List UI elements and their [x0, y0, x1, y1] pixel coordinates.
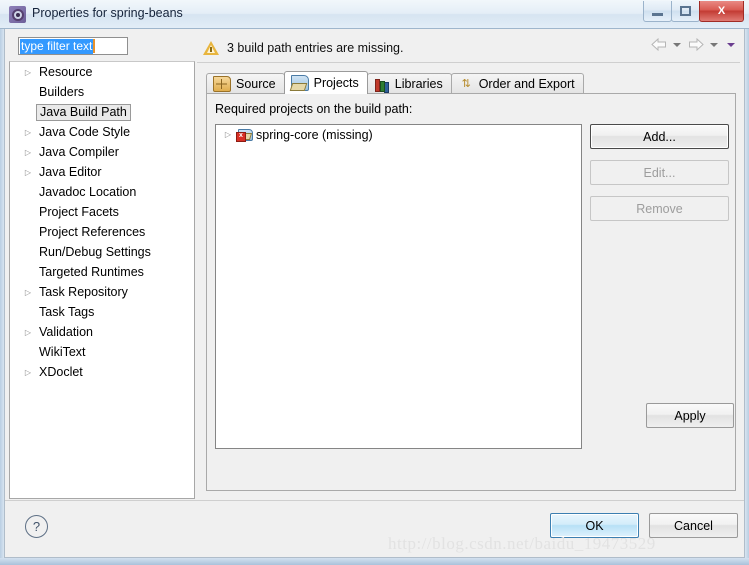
watermark-text: http://blog.csdn.net/baidu_19473529: [388, 534, 656, 553]
expand-arrow-icon[interactable]: ▷: [22, 328, 34, 337]
window-border-bottom: [0, 558, 749, 565]
back-arrow-icon[interactable]: [650, 37, 667, 52]
sidebar-item-java-editor[interactable]: ▷ Java Editor: [10, 162, 194, 182]
sidebar-item-java-compiler[interactable]: ▷ Java Compiler: [10, 142, 194, 162]
maximize-icon: [680, 6, 691, 16]
expand-arrow-icon[interactable]: ▷: [222, 130, 234, 139]
window-title: Properties for spring-beans: [32, 6, 183, 20]
sidebar-item-targeted-runtimes[interactable]: Targeted Runtimes: [10, 262, 194, 282]
sidebar-item-label: Builders: [39, 85, 85, 99]
tab-projects[interactable]: Projects: [283, 71, 368, 94]
edit-button: Edit...: [590, 160, 729, 185]
sidebar-item-java-code-style[interactable]: ▷ Java Code Style: [10, 122, 194, 142]
project-name-label: spring-core (missing): [256, 127, 373, 142]
sidebar-item-project-references[interactable]: Project References: [10, 222, 194, 242]
forward-arrow-icon[interactable]: [687, 37, 704, 52]
maximize-button[interactable]: [671, 1, 700, 22]
sidebar-item-builders[interactable]: Builders: [10, 82, 194, 102]
settings-content-pane: 3 build path entries are missing. Source…: [197, 33, 740, 499]
sidebar-item-xdoclet[interactable]: ▷ XDoclet: [10, 362, 194, 382]
warning-icon: [203, 40, 219, 55]
window-controls: X: [643, 1, 744, 23]
back-history-caret-icon[interactable]: [673, 42, 681, 47]
title-bar[interactable]: Properties for spring-beans X: [0, 0, 749, 29]
dialog-body: type filter text ▷ Resource Builders Java B…: [4, 29, 745, 558]
sidebar-item-label: Java Code Style: [39, 125, 131, 139]
sidebar-item-label: Task Repository: [39, 285, 128, 299]
error-badge-icon: x: [236, 132, 246, 142]
expand-arrow-icon[interactable]: ▷: [22, 148, 34, 157]
message-bar: 3 build path entries are missing.: [197, 33, 740, 63]
sidebar-item-label: Project Facets: [39, 205, 119, 219]
cancel-button[interactable]: Cancel: [649, 513, 738, 538]
panel-label: Required projects on the build path:: [215, 102, 413, 116]
project-error-icon: x: [235, 128, 253, 142]
filter-input[interactable]: type filter text: [18, 37, 128, 55]
sidebar-item-wikitext[interactable]: WikiText: [10, 342, 194, 362]
sidebar-item-run-debug-settings[interactable]: Run/Debug Settings: [10, 242, 194, 262]
close-button[interactable]: X: [699, 1, 744, 22]
settings-navigation-pane: type filter text ▷ Resource Builders Java B…: [9, 33, 195, 499]
add-button[interactable]: Add...: [590, 124, 729, 149]
sidebar-item-label: XDoclet: [39, 365, 83, 379]
project-action-buttons: Add... Edit... Remove: [590, 124, 729, 232]
properties-gear-icon: [9, 6, 26, 23]
sidebar-item-validation[interactable]: ▷ Validation: [10, 322, 194, 342]
sidebar-item-label: Javadoc Location: [39, 185, 137, 199]
sidebar-item-task-repository[interactable]: ▷ Task Repository: [10, 282, 194, 302]
order-arrows-icon: ⇅: [461, 78, 471, 90]
sidebar-item-javadoc-location[interactable]: Javadoc Location: [10, 182, 194, 202]
sidebar-item-label: Project References: [39, 225, 146, 239]
minimize-icon: [652, 12, 663, 16]
tab-label: Source: [236, 77, 276, 91]
minimize-button[interactable]: [643, 1, 672, 22]
sidebar-item-project-facets[interactable]: Project Facets: [10, 202, 194, 222]
sidebar-item-label: Run/Debug Settings: [39, 245, 151, 259]
expand-arrow-icon[interactable]: ▷: [22, 288, 34, 297]
properties-dialog-window: Properties for spring-beans X type filte…: [0, 0, 749, 565]
sidebar-item-java-build-path[interactable]: Java Build Path: [10, 102, 194, 122]
projects-tab-panel: Required projects on the build path: ▷ x s…: [206, 93, 736, 491]
tab-order-and-export[interactable]: ⇅ Order and Export: [450, 73, 584, 94]
open-folder-icon: [290, 75, 309, 91]
sidebar-item-resource[interactable]: ▷ Resource: [10, 62, 194, 82]
tab-source[interactable]: Source: [206, 73, 285, 94]
text-caret: [93, 39, 96, 53]
expand-arrow-icon[interactable]: ▷: [22, 68, 34, 77]
filter-input-value: type filter text: [20, 38, 94, 54]
tab-libraries[interactable]: Libraries: [366, 73, 452, 94]
remove-button: Remove: [590, 196, 729, 221]
forward-history-caret-icon[interactable]: [710, 42, 718, 47]
source-folder-icon: [213, 76, 231, 92]
sidebar-item-task-tags[interactable]: Task Tags: [10, 302, 194, 322]
message-text: 3 build path entries are missing.: [227, 40, 404, 55]
sidebar-item-label: Java Build Path: [36, 103, 131, 121]
tab-strip: Source Projects Libraries ⇅ Order and Export: [206, 71, 736, 94]
sidebar-item-label: Resource: [39, 65, 93, 79]
sidebar-item-label: Validation: [39, 325, 93, 339]
apply-button[interactable]: Apply: [646, 403, 734, 428]
sidebar-item-label: WikiText: [39, 345, 86, 359]
tab-label: Projects: [313, 76, 359, 90]
sidebar-item-label: Targeted Runtimes: [39, 265, 144, 279]
help-icon[interactable]: ?: [25, 515, 48, 538]
required-projects-list[interactable]: ▷ x spring-core (missing): [215, 124, 582, 449]
view-menu-caret-icon[interactable]: [727, 42, 735, 47]
tab-label: Libraries: [394, 77, 443, 91]
sidebar-item-label: Java Editor: [39, 165, 102, 179]
sidebar-item-label: Java Compiler: [39, 145, 119, 159]
navigation-buttons: [650, 37, 738, 52]
tab-label: Order and Export: [478, 77, 575, 91]
expand-arrow-icon[interactable]: ▷: [22, 168, 34, 177]
expand-arrow-icon[interactable]: ▷: [22, 368, 34, 377]
expand-arrow-icon[interactable]: ▷: [22, 128, 34, 137]
books-icon: [374, 77, 390, 92]
project-list-item[interactable]: ▷ x spring-core (missing): [216, 125, 581, 144]
settings-tree[interactable]: ▷ Resource Builders Java Build Path ▷ Java Co…: [9, 61, 195, 499]
sidebar-item-label: Task Tags: [39, 305, 95, 319]
